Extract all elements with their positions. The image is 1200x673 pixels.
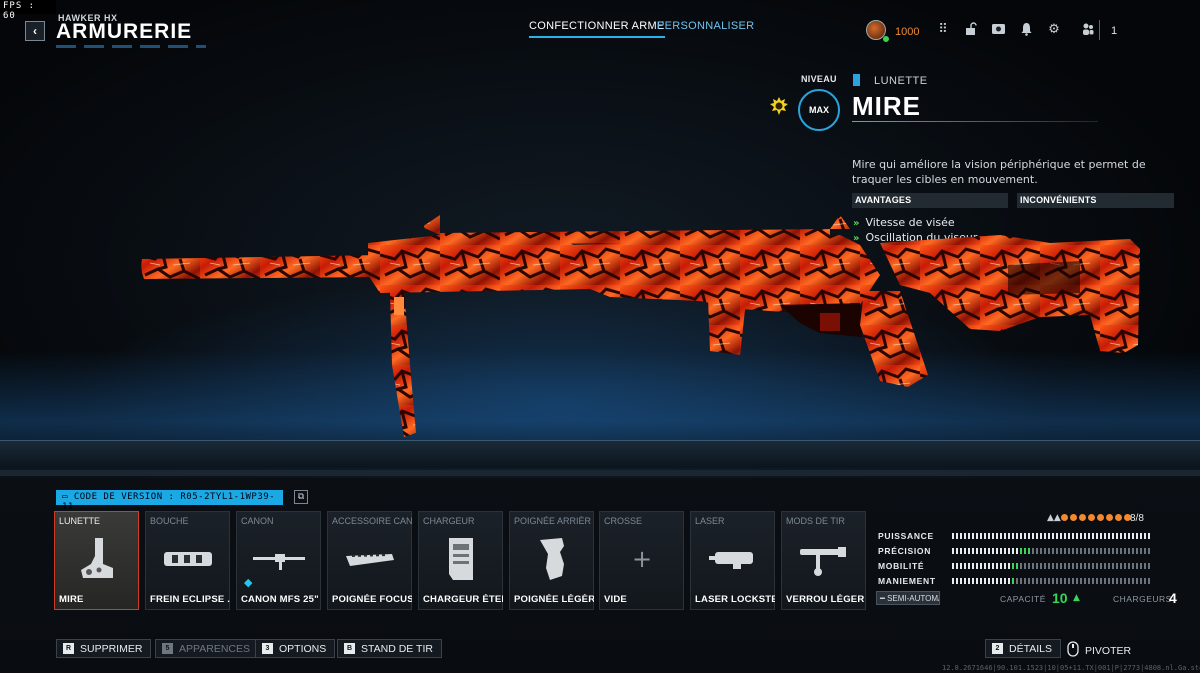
ammo-pip: [1115, 514, 1122, 521]
fire-mode-badge: ━ SEMI-AUTOMATIQUE: [876, 591, 940, 605]
magazines-label: CHARGEURS: [1113, 594, 1172, 604]
slot-optic[interactable]: LUNETTE MIRE: [54, 511, 139, 610]
screenshot-icon[interactable]: [990, 22, 1006, 38]
slot-rear-grip[interactable]: POIGNÉE ARRIÈR POIGNÉE LÉGÈR: [509, 511, 594, 610]
chevron-left-icon: ‹: [33, 24, 37, 38]
page-title: ARMURERIE: [56, 20, 193, 43]
slot-barrel[interactable]: CANON ◆ CANON MFS 25": [236, 511, 321, 610]
floor-edge: [0, 470, 1200, 476]
level-label: NIVEAU: [801, 74, 837, 84]
topbar-divider: [1099, 20, 1100, 40]
ammo-icon: ▲▲: [1047, 513, 1061, 523]
copy-code-button[interactable]: ⧉: [294, 490, 308, 504]
firing-range-button[interactable]: B STAND DE TIR: [337, 639, 442, 658]
ammo-pip: [1097, 514, 1104, 521]
level-badge: MAX: [798, 89, 840, 131]
gear-icon[interactable]: ⚙: [1046, 22, 1062, 38]
cod-points[interactable]: 1000: [895, 26, 919, 38]
options-button[interactable]: 3 OPTIONS: [255, 639, 336, 658]
slot-laser[interactable]: LASER LASER LOCKSTE: [690, 511, 775, 610]
grid-icon[interactable]: ⠿: [935, 22, 951, 38]
ammo-pip: [1079, 514, 1086, 521]
magazines-value: 4: [1169, 590, 1177, 606]
tab-customize[interactable]: PERSONNALISER: [657, 20, 754, 32]
slot-fire-mods[interactable]: MODS DE TIR VERROU LÉGER: [781, 511, 866, 610]
ammo-pip: [1070, 514, 1077, 521]
online-status-dot: [883, 36, 889, 42]
fire-mode-icon: ━: [880, 594, 885, 603]
rear-grip-icon: [524, 534, 580, 584]
attachment-description: Mire qui améliore la vision périphérique…: [852, 158, 1146, 186]
version-code: ▭ CODE DE VERSION : R05-2TYL1-1WP39-11: [56, 490, 283, 512]
party-icon[interactable]: [1080, 22, 1096, 38]
party-count: 1: [1111, 25, 1118, 37]
title-decoration: [56, 45, 206, 48]
ammo-count: 8/8: [1130, 513, 1144, 524]
build-id: 12.8.2671646|90.101.1523|10|05+11.TX|001…: [942, 664, 1200, 672]
category-marker-icon: [853, 74, 860, 86]
bell-icon[interactable]: [1018, 22, 1034, 38]
slot-muzzle[interactable]: BOUCHE FREIN ECLIPSE .: [145, 511, 230, 610]
title-underline: [852, 121, 1098, 122]
attachment-name: MIRE: [852, 91, 921, 121]
stat-mobility: MOBILITÉ: [878, 561, 1151, 573]
ammo-pip: [1106, 514, 1113, 521]
diamond-icon: ◆: [244, 576, 253, 589]
pivot-hint: PIVOTER: [1067, 641, 1131, 660]
capacity-label: CAPACITÉ: [1000, 594, 1046, 604]
plus-icon: +: [631, 545, 653, 573]
appearances-button[interactable]: 5 APPARENCES: [155, 639, 259, 658]
slot-stock[interactable]: CROSSE + VIDE: [599, 511, 684, 610]
ammo-pip: [1088, 514, 1095, 521]
weapon-preview[interactable]: [140, 205, 1150, 445]
copy-icon: ⧉: [297, 492, 305, 502]
laser-icon: [705, 534, 761, 584]
remove-button[interactable]: R SUPPRIMER: [56, 639, 152, 658]
attachment-category: LUNETTE: [874, 75, 928, 87]
mouse-icon: [1067, 641, 1079, 660]
magazine-icon: [433, 534, 489, 584]
skull-emblem-icon: [768, 95, 790, 117]
stat-handling: MANIEMENT: [878, 576, 1151, 588]
ammo-pips: [1061, 514, 1131, 521]
unlock-icon[interactable]: [963, 22, 979, 38]
capacity-value: 10: [1052, 590, 1068, 606]
tab-gunsmith[interactable]: CONFECTIONNER ARME: [529, 20, 665, 38]
stat-power: PUISSANCE: [878, 531, 1151, 543]
ammo-pip: [1061, 514, 1068, 521]
bolt-icon: [796, 534, 852, 584]
underbarrel-icon: [342, 534, 398, 584]
increase-arrow-icon: ▲: [1073, 593, 1080, 603]
slot-magazine[interactable]: CHARGEUR CHARGEUR ÉTEN: [418, 511, 503, 610]
barrel-icon: [251, 534, 307, 584]
muzzle-brake-icon: [160, 534, 216, 584]
iron-sight-icon: [69, 534, 125, 584]
slot-underbarrel[interactable]: ACCESSOIRE CAN POIGNÉE FOCUS: [327, 511, 412, 610]
back-button[interactable]: ‹: [25, 21, 45, 41]
fps-counter: FPS : 60: [0, 0, 56, 21]
details-button[interactable]: 2 DÉTAILS: [985, 639, 1061, 658]
version-icon: ▭: [62, 492, 68, 502]
stat-accuracy: PRÉCISION: [878, 546, 1151, 558]
